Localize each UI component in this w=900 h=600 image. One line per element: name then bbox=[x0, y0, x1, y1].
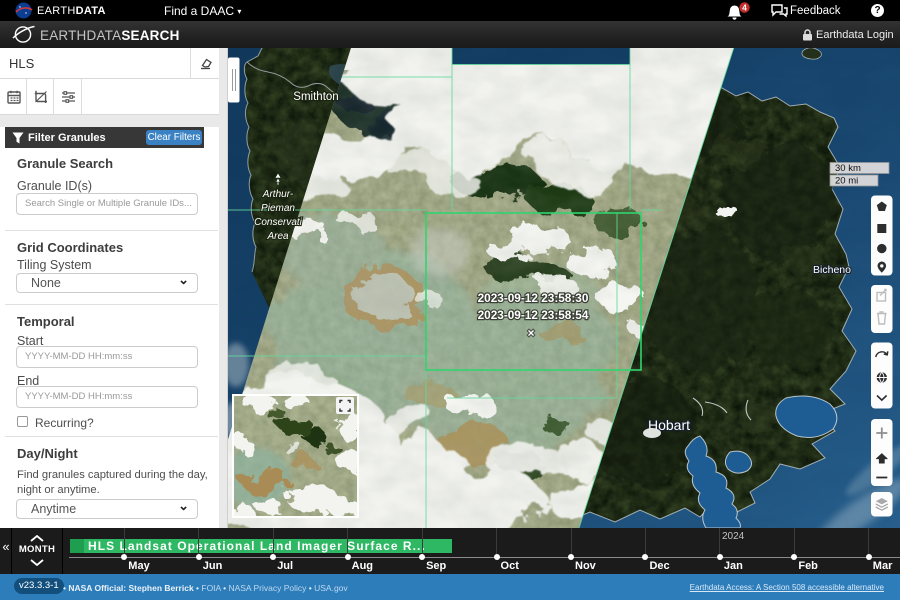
svg-text:20 mi: 20 mi bbox=[835, 176, 858, 187]
svg-text:Area: Area bbox=[266, 231, 289, 242]
svg-text:Smithton: Smithton bbox=[293, 91, 338, 103]
svg-text:×: × bbox=[527, 326, 534, 340]
svg-text:2023-09-12 23:58:30: 2023-09-12 23:58:30 bbox=[478, 291, 589, 305]
svg-text:2023-09-12 23:58:54: 2023-09-12 23:58:54 bbox=[478, 308, 589, 322]
svg-text:Arthur-: Arthur- bbox=[262, 189, 294, 200]
svg-text:Bicheno: Bicheno bbox=[813, 264, 851, 276]
svg-text:Conservati: Conservati bbox=[254, 217, 303, 228]
svg-text:Pieman: Pieman bbox=[261, 203, 295, 214]
svg-text:4: 4 bbox=[742, 3, 747, 13]
svg-text:30 km: 30 km bbox=[835, 163, 861, 174]
